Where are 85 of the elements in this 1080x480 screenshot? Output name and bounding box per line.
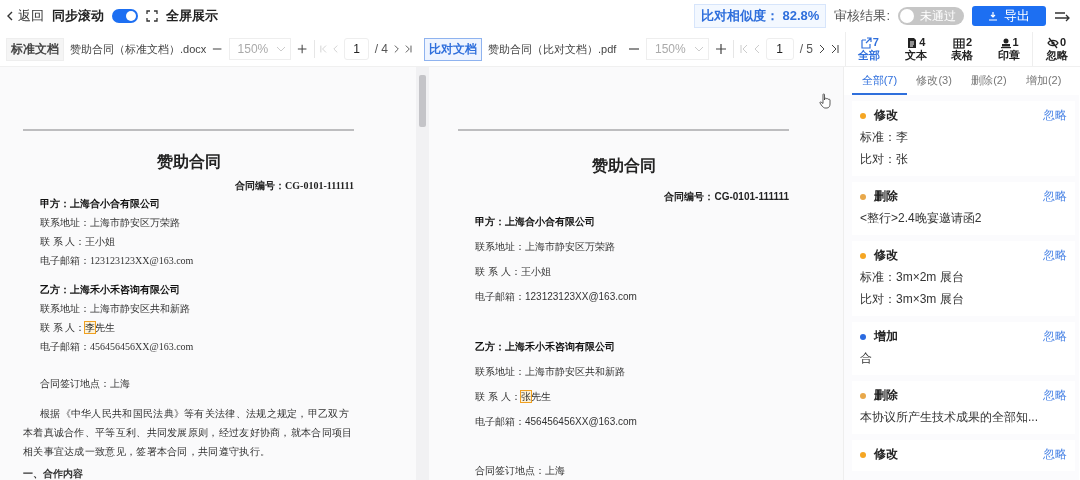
export-button[interactable]: 导出 (972, 6, 1046, 26)
change-type: 删除 (874, 188, 899, 205)
ignore-link[interactable]: 忽略 (1043, 446, 1067, 463)
contact-line: 联系地址：上海市静安区共和新路 (474, 365, 626, 378)
change-detail: 本协议所产生技术成果的全部知... (860, 409, 1039, 426)
change-detail: <整行>2.4晚宴邀请函2 (860, 210, 983, 227)
collapse-menu-icon[interactable] (1054, 10, 1070, 22)
fullscreen-link[interactable]: 全屏展示 (166, 7, 218, 25)
ignore-link[interactable]: 忽略 (1043, 328, 1067, 345)
body-paragraph: 根据《中华人民共和国民法典》等有关法律、法规之规定，甲乙双方本着真诚合作、平等互利、共同发展原则，经过友好协商，就本合同项目相关事宜达成一致意见，签署本合同，共同遵守执行。 (23, 407, 354, 459)
contact-line: 电子邮箱：456456456XX@163.com (39, 340, 195, 353)
contact-line: 电子邮箱：123123123XX@163.com (474, 290, 638, 303)
contract-number: 合同编号：CG-0101-111111 (234, 179, 354, 192)
page-count: / 5 (799, 42, 813, 56)
filter-tab[interactable]: 增加(2) (1016, 67, 1071, 95)
filter-tab[interactable]: 删除(2) (961, 67, 1017, 95)
section-heading: 一、合作内容 (23, 467, 84, 480)
contact-line: 联 系 人：王小姐 (474, 265, 552, 278)
next-page-icon[interactable] (819, 43, 825, 55)
sync-scroll-label: 同步滚动 (52, 7, 104, 25)
change-detail: 比对：张 (860, 151, 909, 168)
ignore-link[interactable]: 忽略 (1043, 387, 1067, 404)
diff-highlight: 李 (85, 322, 95, 333)
person-icon (999, 36, 1012, 49)
contact-line: 联系地址：上海市静安区万荣路 (39, 216, 181, 229)
signing-place: 合同签订地点：上海 (39, 377, 131, 390)
change-card[interactable]: 增加 忽略 合 (852, 322, 1075, 375)
page-number-field[interactable]: 1 (765, 38, 794, 60)
change-type: 增加 (874, 328, 899, 345)
ignore-link[interactable]: 忽略 (1043, 247, 1067, 264)
table-icon (952, 36, 965, 49)
file-name: 赞助合同（标准文档）.docx (70, 41, 207, 57)
change-type: 修改 (874, 446, 899, 463)
change-card[interactable]: 修改 忽略 (852, 440, 1075, 471)
document-title: 赞助合同 (155, 152, 222, 172)
party-heading: 乙方：上海禾小禾咨询有限公司 (474, 340, 616, 353)
zoom-in-icon[interactable] (714, 43, 727, 55)
file-name: 赞助合同（比对文档）.pdf (488, 41, 618, 57)
external-link-icon (859, 36, 872, 49)
fullscreen-icon[interactable] (146, 10, 158, 22)
download-icon (988, 11, 998, 21)
change-card[interactable]: 删除 忽略 <整行>2.4晚宴邀请函2 (852, 182, 1075, 235)
similarity-score: 比对相似度： 82.8% (693, 4, 827, 28)
last-page-icon[interactable] (831, 43, 839, 55)
review-label: 审核结果: (834, 7, 890, 25)
change-detail: 标准：3m×2m 展台 (860, 269, 965, 286)
document-title: 赞助合同 (590, 156, 657, 176)
eye-off-icon (1047, 36, 1060, 49)
change-type: 删除 (874, 387, 899, 404)
signing-place: 合同签订地点：上海 (474, 464, 566, 477)
party-heading: 乙方：上海禾小禾咨询有限公司 (39, 283, 181, 296)
ignore-link[interactable]: 忽略 (1043, 188, 1067, 205)
change-card[interactable]: 删除 忽略 本协议所产生技术成果的全部知... (852, 381, 1075, 434)
contact-line: 联系地址：上海市静安区万荣路 (474, 240, 616, 253)
filter-tab[interactable]: 修改(3) (906, 67, 962, 95)
ignore-link[interactable]: 忽略 (1043, 107, 1067, 124)
back-link[interactable]: 返回 (18, 7, 44, 25)
scrollbar[interactable] (416, 67, 429, 480)
contact-line: 联 系 人：王小姐 (39, 235, 116, 248)
diff-highlight: 张 (520, 391, 531, 402)
change-card[interactable]: 修改 忽略 标准：李 比对：张 (852, 101, 1075, 176)
change-type: 修改 (874, 107, 899, 124)
contact-line: 电子邮箱：123123123XX@163.com (39, 254, 195, 267)
change-type: 修改 (874, 247, 899, 264)
change-detail: 标准：李 (860, 129, 909, 146)
document-icon (906, 36, 919, 49)
caret-icon (276, 46, 287, 52)
contact-line: 电子邮箱：456456456XX@163.com (474, 415, 638, 428)
caret-icon (693, 46, 704, 52)
document-tag: 比对文档 (424, 37, 482, 61)
zoom-in-icon[interactable] (297, 43, 308, 55)
contract-number: 合同编号：CG-0101-111111 (663, 190, 789, 203)
page-number-field[interactable]: 1 (344, 38, 369, 60)
party-heading: 甲方：上海合小合有限公司 (39, 197, 161, 210)
back-icon[interactable] (6, 10, 14, 22)
sync-scroll-toggle[interactable] (112, 9, 138, 23)
filter-tab[interactable]: 全部(7) (852, 67, 907, 95)
change-detail: 比对：3m×3m 展台 (860, 291, 965, 308)
party-heading: 甲方：上海合小合有限公司 (474, 215, 596, 228)
change-card[interactable]: 修改 忽略 标准：3m×2m 展台 比对：3m×3m 展台 (852, 241, 1075, 316)
hand-cursor-icon (819, 93, 831, 109)
contact-line: 联系地址：上海市静安区共和新路 (39, 302, 191, 315)
page-count: / 4 (374, 42, 388, 56)
change-detail: 合 (860, 350, 873, 367)
document-tag: 标准文档 (6, 37, 64, 61)
